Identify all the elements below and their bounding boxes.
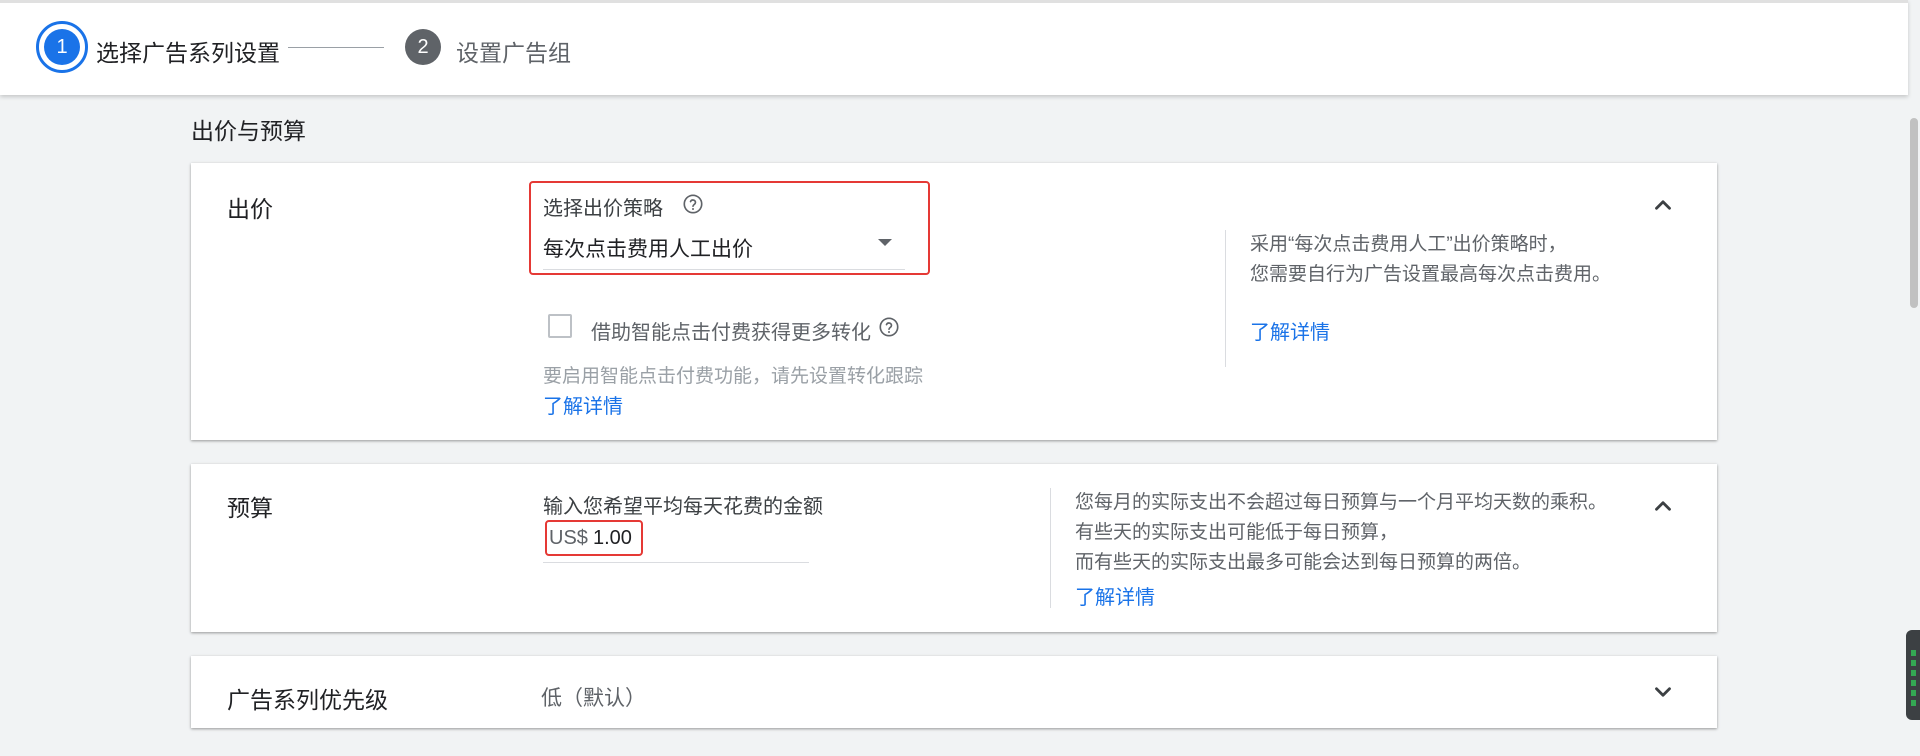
priority-value: 低（默认） [541, 687, 646, 710]
arrow-drop-down-icon[interactable] [878, 239, 892, 246]
chevron-up-icon[interactable] [1650, 493, 1676, 519]
help-circle-icon[interactable] [878, 316, 900, 338]
vertical-divider [1050, 488, 1051, 608]
budget-title: 预算 [227, 495, 273, 521]
budget-info-learn-more[interactable]: 了解详情 [1075, 581, 1155, 610]
budget-info-line-1: 您每月的实际支出不会超过每日预算与一个月平均天数的乘积。 [1075, 492, 1608, 513]
step-1-number[interactable]: 1 [44, 29, 80, 65]
select-underline [543, 269, 905, 270]
strategy-label: 选择出价策略 [543, 198, 663, 220]
stepper-bar: 1 选择广告系列设置 2 设置广告组 [0, 0, 1908, 95]
bidding-title: 出价 [227, 196, 273, 222]
bidding-info-line-1: 采用“每次点击费用人工”出价策略时， [1250, 234, 1567, 255]
budget-underline [543, 562, 809, 563]
smart-cpc-checkbox[interactable] [548, 314, 572, 338]
budget-input[interactable]: 1.00 [593, 527, 632, 550]
budget-info-line-2: 有些天的实际支出可能低于每日预算， [1075, 522, 1399, 543]
bidding-card [191, 163, 1717, 440]
budget-info-line-3: 而有些天的实际支出最多可能会达到每日预算的两倍。 [1075, 552, 1532, 573]
scrollbar-thumb[interactable] [1910, 118, 1918, 308]
budget-input-label: 输入您希望平均每天花费的金额 [543, 496, 823, 518]
step-2-number[interactable]: 2 [405, 29, 441, 65]
section-title: 出价与预算 [191, 118, 306, 144]
bidding-info-line-2: 您需要自行为广告设置最高每次点击费用。 [1250, 264, 1612, 285]
currency-prefix: US$ [549, 527, 588, 549]
bidding-info-learn-more[interactable]: 了解详情 [1250, 316, 1330, 345]
chevron-down-icon[interactable] [1650, 679, 1676, 705]
chevron-up-icon[interactable] [1650, 192, 1676, 218]
conversion-tracking-hint: 要启用智能点击付费功能，请先设置转化跟踪 [543, 366, 924, 387]
side-panel-handle[interactable] [1906, 630, 1920, 720]
help-circle-icon[interactable] [682, 193, 704, 215]
step-1-label[interactable]: 选择广告系列设置 [96, 34, 280, 68]
strategy-select[interactable]: 每次点击费用人工出价 [543, 233, 753, 263]
priority-card[interactable] [191, 656, 1717, 728]
smart-cpc-label: 借助智能点击付费获得更多转化 [591, 322, 871, 344]
top-border [0, 0, 1908, 3]
priority-title: 广告系列优先级 [227, 687, 388, 713]
vertical-divider [1225, 230, 1226, 367]
learn-more-link[interactable]: 了解详情 [543, 390, 623, 419]
step-2-label[interactable]: 设置广告组 [456, 34, 571, 68]
step-connector [288, 47, 384, 48]
